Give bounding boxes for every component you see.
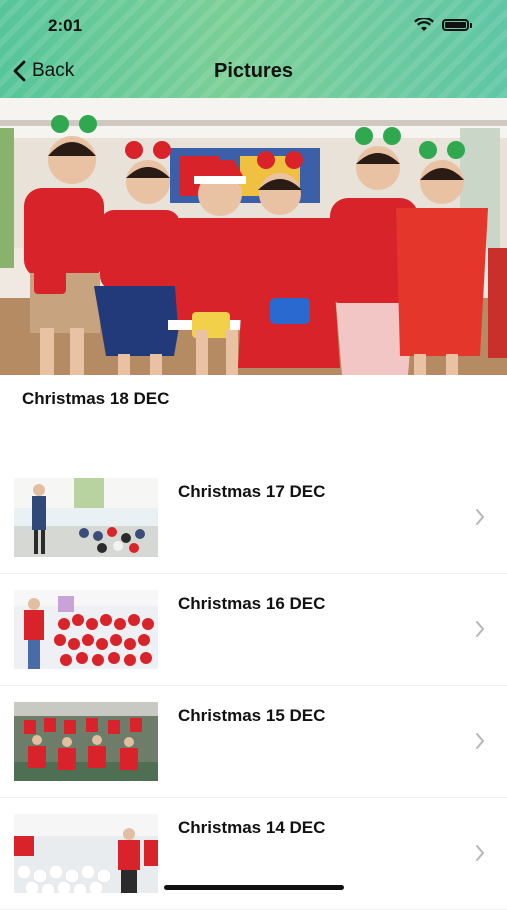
chevron-right-icon [476, 509, 484, 525]
album-label: Christmas 14 DEC [178, 818, 326, 837]
wifi-icon [414, 18, 434, 31]
album-list: Christmas 17 DEC Christmas 16 DEC Christ… [0, 462, 507, 910]
album-row-christmas-14-dec[interactable]: Christmas 14 DEC [0, 798, 507, 910]
album-thumbnail [14, 702, 158, 781]
hero-caption: Christmas 18 DEC [22, 389, 170, 408]
album-thumbnail [14, 814, 158, 893]
home-indicator[interactable] [164, 885, 344, 890]
album-row-christmas-17-dec[interactable]: Christmas 17 DEC [0, 462, 507, 574]
hero-image [0, 98, 507, 375]
album-thumbnail [14, 590, 158, 669]
page-title: Pictures [214, 60, 293, 82]
album-row-christmas-15-dec[interactable]: Christmas 15 DEC [0, 686, 507, 798]
chevron-right-icon [476, 845, 484, 861]
battery-icon [442, 19, 472, 31]
status-time: 2:01 [48, 16, 83, 35]
album-row-christmas-16-dec[interactable]: Christmas 16 DEC [0, 574, 507, 686]
album-label: Christmas 15 DEC [178, 706, 326, 725]
album-thumbnail [14, 478, 158, 557]
chevron-right-icon [476, 733, 484, 749]
nav-header: 2:01 Back Pictures [0, 0, 507, 98]
album-label: Christmas 16 DEC [178, 594, 326, 613]
hero-photo[interactable] [0, 98, 507, 375]
status-icons [414, 18, 472, 32]
album-label: Christmas 17 DEC [178, 482, 326, 501]
chevron-right-icon [476, 621, 484, 637]
